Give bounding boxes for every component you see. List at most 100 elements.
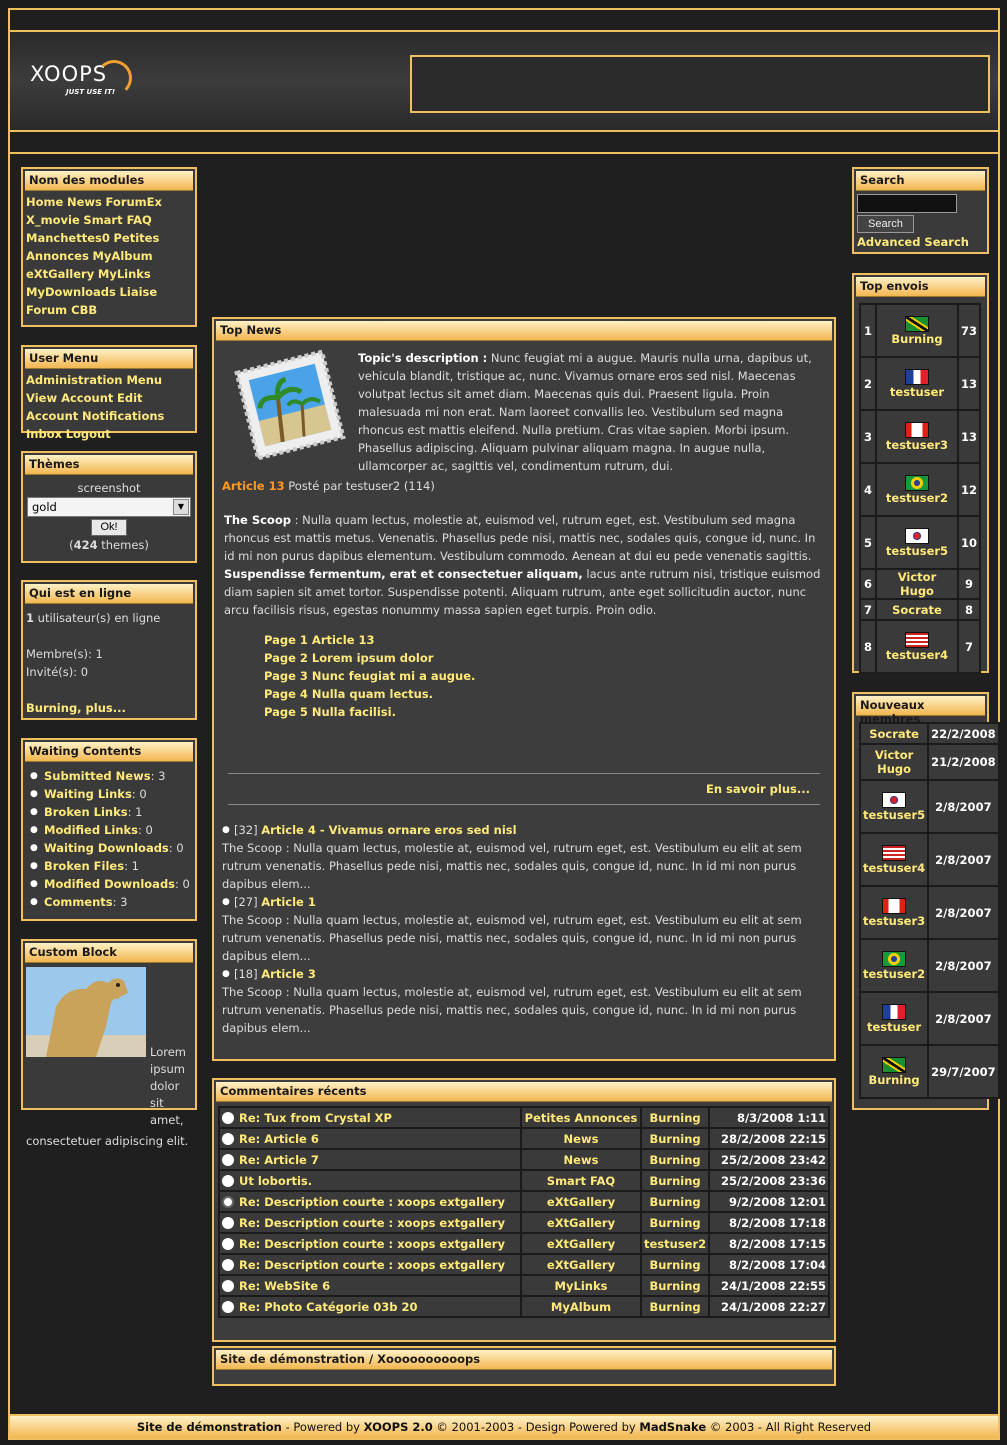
poster-name-link[interactable]: testuser2 [886,491,948,505]
poster-name-link[interactable]: testuser4 [886,648,948,662]
advanced-search-link[interactable]: Advanced Search [857,235,969,249]
comment-title-link[interactable]: Re: Description courte : xoops extgaller… [239,1237,505,1251]
comment-module-cell[interactable]: eXtGallery [522,1192,640,1211]
comment-module-cell[interactable]: Smart FAQ [522,1171,640,1190]
comment-module-cell[interactable]: eXtGallery [522,1255,640,1274]
poster-name-link[interactable]: Burning [891,332,942,346]
comment-user-cell[interactable]: Burning [642,1192,709,1211]
nav-link[interactable]: News [67,195,102,209]
comment-user-cell[interactable]: Burning [642,1129,709,1148]
comment-user-cell[interactable]: Burning [642,1297,709,1316]
page-link[interactable]: Page 2 Lorem ipsum dolor [264,651,433,665]
nav-link[interactable]: Forum CBB [26,303,97,317]
waiting-item-link[interactable]: Submitted News [44,769,151,783]
nav-link[interactable]: ForumEx [106,195,162,209]
comment-title-link[interactable]: Re: Tux from Crystal XP [239,1111,392,1125]
comment-user-cell[interactable]: Burning [642,1213,709,1232]
footer-madsnake-link[interactable]: MadSnake [639,1420,706,1434]
online-block: Qui est en ligne 1 utilisateur(s) en lig… [21,580,197,720]
waiting-item-link[interactable]: Modified Links [44,823,138,837]
page-link[interactable]: Page 4 Nulla quam lectus. [264,687,433,701]
comment-title-link[interactable]: Re: WebSite 6 [239,1279,330,1293]
nav-link[interactable]: MyDownloads [26,285,116,299]
comment-title-link[interactable]: Re: Description courte : xoops extgaller… [239,1195,505,1209]
online-more-link[interactable]: Burning, plus... [26,701,126,715]
waiting-item-link[interactable]: Comments [44,895,113,909]
member-date-cell: 2/8/2007 [929,781,998,832]
nav-link[interactable]: Home [26,195,63,209]
member-name-link[interactable]: testuser3 [863,914,925,928]
page-link[interactable]: Page 1 Article 13 [264,633,375,647]
page-link[interactable]: Page 5 Nulla facilisi. [264,705,396,719]
comment-user-cell[interactable]: Burning [642,1276,709,1295]
search-input[interactable] [857,194,957,213]
waiting-item-link[interactable]: Modified Downloads [44,877,175,891]
theme-ok-button[interactable]: Ok! [91,519,127,536]
member-name-link[interactable]: Victor Hugo [875,748,914,776]
comment-module-cell[interactable]: News [522,1150,640,1169]
poster-name-link[interactable]: Socrate [892,603,942,617]
table-row: Re: Article 6 News Burning 28/2/2008 22:15 [220,1129,828,1148]
member-name-link[interactable]: testuser [867,1020,921,1034]
nav-link[interactable]: Manchettes0 [26,231,110,245]
table-row: Socrate 22/2/2008 [861,724,998,743]
comment-module-cell[interactable]: Petites Annonces [522,1108,640,1127]
xoops-logo[interactable]: XOOPS JUST USE IT! [28,60,148,102]
comment-module-cell[interactable]: eXtGallery [522,1234,640,1253]
footer-xoops-link[interactable]: XOOPS 2.0 [364,1420,433,1434]
member-name-link[interactable]: Burning [868,1073,919,1087]
nav-link[interactable]: Inbox [26,427,62,441]
waiting-item-link[interactable]: Broken Links [44,805,128,819]
comment-user-cell[interactable]: Burning [642,1171,709,1190]
circle-icon [222,1112,234,1124]
other-news-title[interactable]: Article 1 [261,895,316,909]
nav-link[interactable]: X_movie [26,213,80,227]
poster-name-link[interactable]: testuser [890,385,944,399]
other-news-title[interactable]: Article 3 [261,967,316,981]
comment-date-cell: 25/2/2008 23:36 [710,1171,828,1190]
waiting-item-link[interactable]: Waiting Links [44,787,132,801]
comment-date-cell: 25/2/2008 23:42 [710,1150,828,1169]
scoop-text-1: : Nulla quam lectus, molestie at, euismo… [224,513,816,563]
member-name-link[interactable]: Socrate [869,727,919,741]
comment-title-link[interactable]: Re: Photo Catégorie 03b 20 [239,1300,417,1314]
comment-user-cell[interactable]: Burning [642,1255,709,1274]
comment-title-link[interactable]: Re: Article 7 [239,1153,319,1167]
table-row: 3 testuser3 13 [861,411,979,462]
poster-name-link[interactable]: Victor Hugo [898,570,937,598]
nav-link[interactable]: MyAlbum [92,249,152,263]
nav-link[interactable]: View Account [26,391,113,405]
poster-name-link[interactable]: testuser5 [886,544,948,558]
nav-link[interactable]: Notifications [82,409,164,423]
waiting-item-link[interactable]: Waiting Downloads [44,841,169,855]
nav-link[interactable]: Smart FAQ [83,213,151,227]
nav-link[interactable]: Liaise [120,285,158,299]
poster-name-link[interactable]: testuser3 [886,438,948,452]
member-name-link[interactable]: testuser2 [863,967,925,981]
nav-link[interactable]: eXtGallery [26,267,94,281]
other-news-title[interactable]: Article 4 - Vivamus ornare eros sed nisl [261,823,516,837]
comment-title-cell: Re: Description courte : xoops extgaller… [220,1192,520,1211]
comment-user-cell[interactable]: testuser2 [642,1234,709,1253]
nav-link[interactable]: MyLinks [98,267,151,281]
nav-link[interactable]: Logout [66,427,111,441]
comment-title-link[interactable]: Ut lobortis. [239,1174,312,1188]
comment-title-link[interactable]: Re: Description courte : xoops extgaller… [239,1258,505,1272]
theme-select[interactable]: gold ▼ [27,497,191,517]
comment-module-cell[interactable]: News [522,1129,640,1148]
comment-module-cell[interactable]: eXtGallery [522,1213,640,1232]
comment-user-cell[interactable]: Burning [642,1108,709,1127]
member-name-link[interactable]: testuser4 [863,861,925,875]
member-name-link[interactable]: testuser5 [863,808,925,822]
comment-module-cell[interactable]: MyAlbum [522,1297,640,1316]
comment-title-link[interactable]: Re: Article 6 [239,1132,319,1146]
search-button[interactable]: Search [857,215,914,233]
comment-title-link[interactable]: Re: Description courte : xoops extgaller… [239,1216,505,1230]
comment-user-cell[interactable]: Burning [642,1150,709,1169]
nav-link[interactable]: Administration Menu [26,373,162,387]
comment-module-cell[interactable]: MyLinks [522,1276,640,1295]
page-link[interactable]: Page 3 Nunc feugiat mi a augue. [264,669,475,683]
article-title-link[interactable]: Article 13 [222,479,285,493]
read-more-link[interactable]: En savoir plus... [706,782,810,796]
waiting-item-link[interactable]: Broken Files [44,859,124,873]
